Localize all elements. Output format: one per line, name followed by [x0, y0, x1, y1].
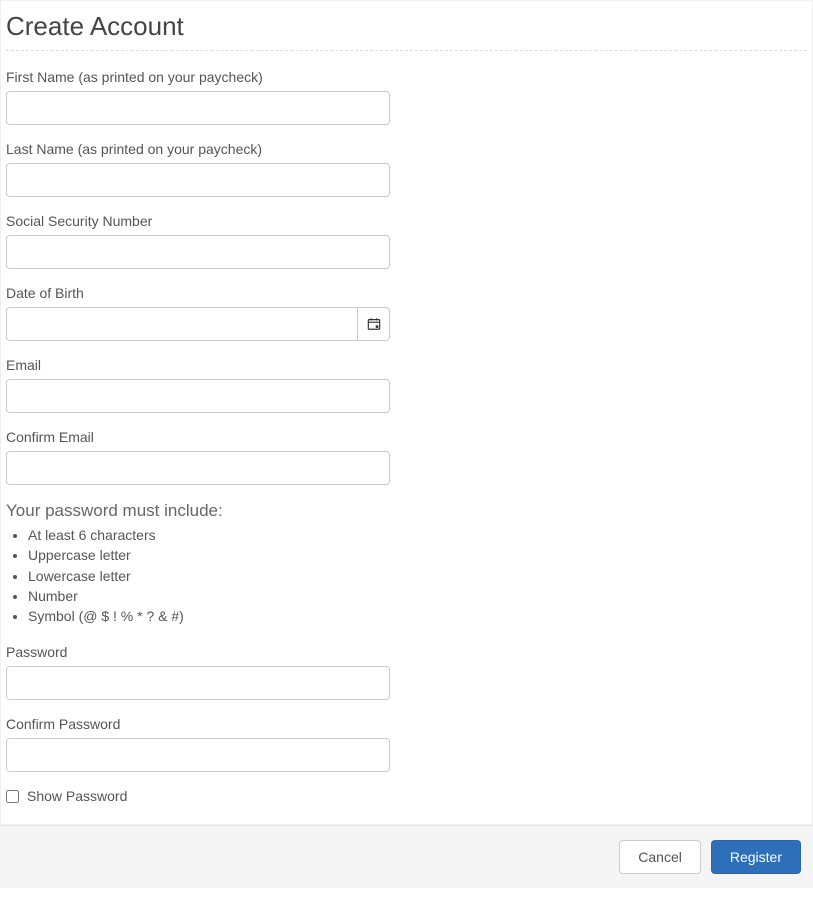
- confirm-password-label: Confirm Password: [6, 716, 807, 732]
- confirm-password-group: Confirm Password: [6, 716, 807, 772]
- cancel-button[interactable]: Cancel: [619, 840, 701, 874]
- confirm-password-input[interactable]: [6, 738, 390, 772]
- requirement-item: Lowercase letter: [28, 566, 807, 586]
- first-name-label: First Name (as printed on your paycheck): [6, 69, 807, 85]
- password-group: Password: [6, 644, 807, 700]
- requirement-item: Uppercase letter: [28, 545, 807, 565]
- password-input[interactable]: [6, 666, 390, 700]
- ssn-group: Social Security Number: [6, 213, 807, 269]
- password-requirements-title: Your password must include:: [6, 501, 807, 521]
- requirement-item: Symbol (@ $ ! % * ? & #): [28, 606, 807, 626]
- password-label: Password: [6, 644, 807, 660]
- confirm-email-group: Confirm Email: [6, 429, 807, 485]
- show-password-checkbox[interactable]: [6, 790, 19, 803]
- requirement-item: Number: [28, 586, 807, 606]
- last-name-group: Last Name (as printed on your paycheck): [6, 141, 807, 197]
- calendar-icon: [367, 317, 381, 331]
- dob-input-wrap: [6, 307, 390, 341]
- confirm-email-input[interactable]: [6, 451, 390, 485]
- create-account-form: Create Account First Name (as printed on…: [0, 0, 813, 825]
- email-group: Email: [6, 357, 807, 413]
- ssn-input[interactable]: [6, 235, 390, 269]
- show-password-label: Show Password: [27, 788, 127, 804]
- last-name-label: Last Name (as printed on your paycheck): [6, 141, 807, 157]
- dob-input[interactable]: [6, 307, 358, 341]
- last-name-input[interactable]: [6, 163, 390, 197]
- register-button[interactable]: Register: [711, 840, 801, 874]
- email-label: Email: [6, 357, 807, 373]
- first-name-input[interactable]: [6, 91, 390, 125]
- dob-label: Date of Birth: [6, 285, 807, 301]
- dob-calendar-button[interactable]: [358, 307, 390, 341]
- dob-group: Date of Birth: [6, 285, 807, 341]
- ssn-label: Social Security Number: [6, 213, 807, 229]
- password-requirements-list: At least 6 characters Uppercase letter L…: [6, 525, 807, 626]
- first-name-group: First Name (as printed on your paycheck): [6, 69, 807, 125]
- password-requirements: Your password must include: At least 6 c…: [6, 501, 807, 626]
- requirement-item: At least 6 characters: [28, 525, 807, 545]
- page-title: Create Account: [6, 11, 807, 51]
- show-password-row: Show Password: [6, 788, 807, 804]
- confirm-email-label: Confirm Email: [6, 429, 807, 445]
- footer-bar: Cancel Register: [0, 825, 813, 888]
- email-input[interactable]: [6, 379, 390, 413]
